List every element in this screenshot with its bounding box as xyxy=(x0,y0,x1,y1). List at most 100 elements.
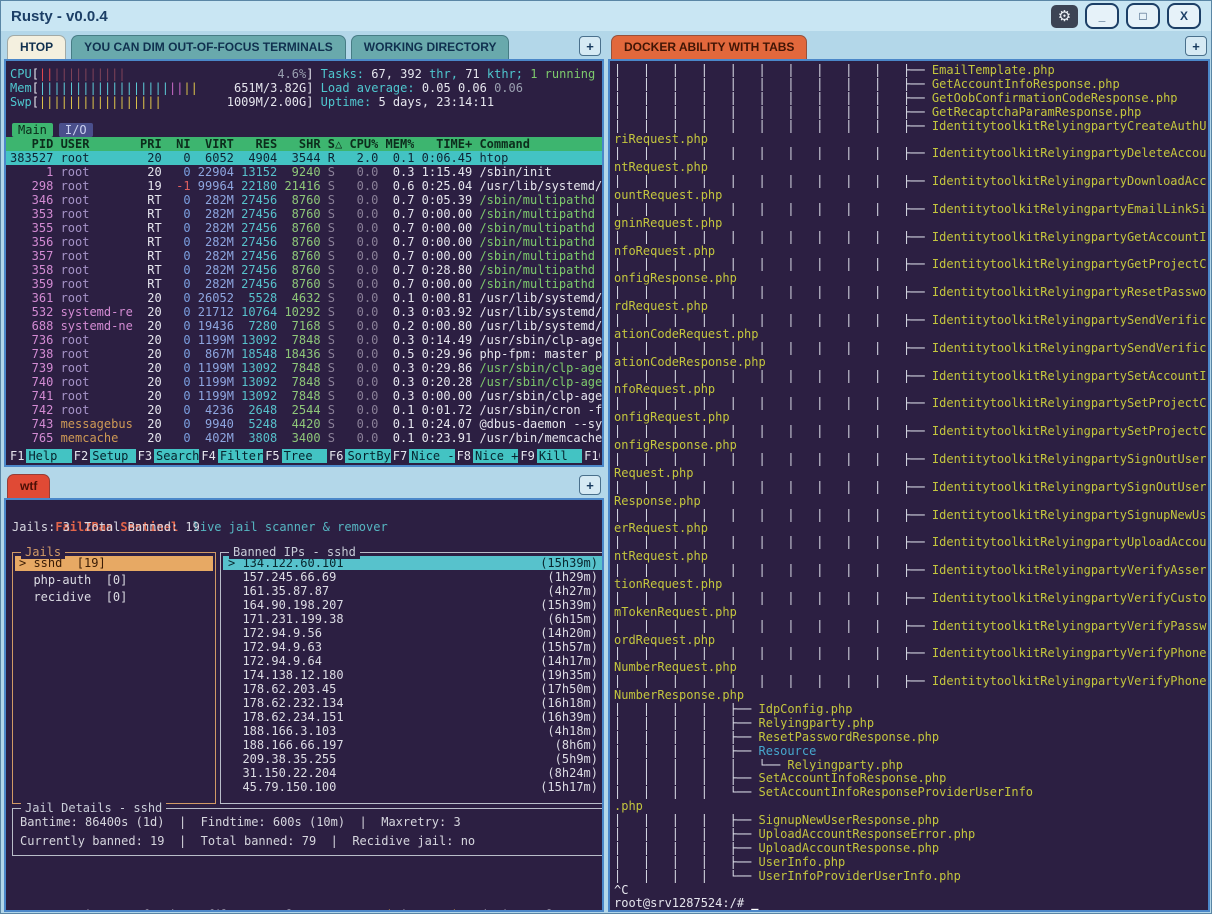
tree-pipes: │ │ │ │ │ │ │ │ │ │ ├── xyxy=(614,536,932,549)
banned-ip-row[interactable]: 45.79.150.100 (15h17m) xyxy=(223,780,603,794)
fkey-item[interactable]: F5Tree xyxy=(263,449,327,463)
tree-entry: tionRequest.php xyxy=(614,578,722,591)
tab[interactable]: YOU CAN DIM OUT-OF-FOCUS TERMINALS xyxy=(71,35,346,59)
ban-remaining: (1h29m) xyxy=(547,570,598,584)
tab[interactable]: HTOP xyxy=(7,35,66,59)
tab[interactable]: WORKING DIRECTORY xyxy=(351,35,510,59)
fkey-label: Filter xyxy=(218,449,263,463)
fkey-item[interactable]: F8Nice + xyxy=(455,449,519,463)
process-row[interactable]: 742 root 20 0 4236 2648 2544 S 0.0 0.1 0… xyxy=(6,403,602,417)
fkey-item[interactable]: F9Kill xyxy=(518,449,582,463)
col-ni: 0 xyxy=(169,375,191,389)
process-row[interactable]: 765 memcache 20 0 402M 3808 3400 S 0.0 0… xyxy=(6,431,602,445)
process-row[interactable]: 358 root RT 0 282M 27456 8760 S 0.0 0.7 … xyxy=(6,263,602,277)
process-row[interactable]: 740 root 20 0 1199M 13092 7848 S 0.0 0.3… xyxy=(6,375,602,389)
fkey-item[interactable]: F3Search xyxy=(136,449,200,463)
fkey-item[interactable]: F6SortBy xyxy=(327,449,391,463)
col-shr: 8760 xyxy=(284,193,320,207)
col-command: /usr/bin/memcached xyxy=(479,431,602,445)
banned-ip-row[interactable]: 172.94.9.56 (14h20m) xyxy=(223,626,603,640)
banned-ip: 178.62.232.134 xyxy=(228,696,344,710)
banned-ip-row[interactable]: 178.62.203.45 (17h50m) xyxy=(223,682,603,696)
process-row[interactable]: 298 root 19 -1 99964 22180 21416 S 0.0 0… xyxy=(6,179,602,193)
screen-tab-main[interactable]: Main xyxy=(12,123,53,137)
banned-ip-row[interactable]: 174.138.12.180 (19h35m) xyxy=(223,668,603,682)
process-row[interactable]: 346 root RT 0 282M 27456 8760 S 0.0 0.7 … xyxy=(6,193,602,207)
tab[interactable]: wtf xyxy=(7,474,50,498)
banned-ip-row[interactable]: 164.90.198.207 (15h39m) xyxy=(223,598,603,612)
banned-ip-row[interactable]: 172.94.9.64 (14h17m) xyxy=(223,654,603,668)
col-res: 13092 xyxy=(241,361,277,375)
col-pid: 740 xyxy=(10,375,53,389)
col-time: 0:00.00 xyxy=(422,207,473,221)
banned-ip-row[interactable]: 161.35.87.87 (4h27m) xyxy=(223,584,603,598)
jail-row[interactable]: recidive [0] xyxy=(15,590,213,605)
process-row[interactable]: 357 root RT 0 282M 27456 8760 S 0.0 0.7 … xyxy=(6,249,602,263)
tree-pipes: │ │ │ │ │ │ │ │ │ │ ├── xyxy=(614,620,932,633)
fkey-item[interactable]: F4Filter xyxy=(199,449,263,463)
banned-ip-row[interactable]: 171.231.199.38 (6h15m) xyxy=(223,612,603,626)
tab-list: wtf xyxy=(7,474,50,498)
docker-terminal[interactable]: │ │ │ │ │ │ │ │ │ │ ├── EmailTemplate.ph… xyxy=(608,59,1210,912)
process-row[interactable]: 355 root RT 0 282M 27456 8760 S 0.0 0.7 … xyxy=(6,221,602,235)
tree-entry: IdentitytoolkitRelyingpartyVerifyAsser xyxy=(932,564,1207,577)
fkey-item[interactable]: F10Quit xyxy=(582,449,600,463)
banned-ip-row[interactable]: 188.166.66.197 (8h6m) xyxy=(223,738,603,752)
process-row[interactable]: 383527 root 20 0 6052 4904 3544 R 2.0 0.… xyxy=(6,151,602,165)
col-time: 0:00.00 xyxy=(422,389,473,403)
add-tab-button[interactable]: + xyxy=(1185,36,1207,56)
col-pri: 20 xyxy=(140,347,162,361)
process-row[interactable]: 743 messagebus 20 0 9940 5248 4420 S 0.0… xyxy=(6,417,602,431)
fkey-item[interactable]: F7Nice - xyxy=(391,449,455,463)
tree-line: erRequest.php xyxy=(614,522,1208,536)
tree-pipes: │ │ │ │ ├── xyxy=(614,842,759,855)
banned-ip-row[interactable]: 188.166.3.103 (4h18m) xyxy=(223,724,603,738)
process-row[interactable]: 738 root 20 0 867M 18548 18436 S 0.0 0.5… xyxy=(6,347,602,361)
col-virt: 21712 xyxy=(198,305,234,319)
process-row[interactable]: 688 systemd-ne 20 0 19436 7280 7168 S 0.… xyxy=(6,319,602,333)
process-row[interactable]: 1 root 20 0 22904 13152 9240 S 0.0 0.3 1… xyxy=(6,165,602,179)
fkey-item[interactable]: F1Help xyxy=(8,449,72,463)
col-cpu: 0.0 xyxy=(349,277,378,291)
process-row[interactable]: 361 root 20 0 26052 5528 4632 S 0.0 0.1 … xyxy=(6,291,602,305)
jail-row[interactable]: php-auth [0] xyxy=(15,573,213,588)
htop-terminal[interactable]: CPU[||||||||||||4.6%] Tasks: 67, 392 thr… xyxy=(4,59,604,467)
col-cpu: 0.0 xyxy=(349,333,378,347)
col-shr: 8760 xyxy=(284,221,320,235)
load-info: Load average: 0.05 0.06 0.06 xyxy=(321,81,523,95)
col-pid: 359 xyxy=(10,277,53,291)
process-row[interactable]: 532 systemd-re 20 0 21712 10764 10292 S … xyxy=(6,305,602,319)
tree-line: │ │ │ │ │ │ │ │ │ │ ├── IdentitytoolkitR… xyxy=(614,453,1208,467)
banned-ip-row[interactable]: 178.62.232.134 (16h18m) xyxy=(223,696,603,710)
screen-tab-io[interactable]: I/O xyxy=(59,123,93,137)
mem-bars: |||||||||||||||||| xyxy=(39,81,169,95)
process-row[interactable]: 353 root RT 0 282M 27456 8760 S 0.0 0.7 … xyxy=(6,207,602,221)
ban-remaining: (15h39m) xyxy=(540,598,598,612)
banned-ip-row[interactable]: 178.62.234.151 (16h39m) xyxy=(223,710,603,724)
banned-ip-row[interactable]: 31.150.22.204 (8h24m) xyxy=(223,766,603,780)
fail2ban-terminal[interactable]: Fail2Ban Sentinel live jail scanner & re… xyxy=(4,498,604,912)
add-tab-button[interactable]: + xyxy=(579,36,601,56)
col-user: root xyxy=(61,235,133,249)
jails-box-title: Jails xyxy=(21,545,65,559)
minimize-button[interactable]: _ xyxy=(1085,3,1119,29)
process-row[interactable]: 739 root 20 0 1199M 13092 7848 S 0.0 0.3… xyxy=(6,361,602,375)
tab[interactable]: DOCKER ABILITY WITH TABS xyxy=(611,35,807,59)
banned-ip-row[interactable]: 157.245.66.69 (1h29m) xyxy=(223,570,603,584)
fkey-item[interactable]: F2Setup xyxy=(72,449,136,463)
banned-ip-row[interactable]: 209.38.35.255 (5h9m) xyxy=(223,752,603,766)
process-row[interactable]: 741 root 20 0 1199M 13092 7848 S 0.0 0.3… xyxy=(6,389,602,403)
tree-line: mTokenRequest.php xyxy=(614,606,1208,620)
process-row[interactable]: 356 root RT 0 282M 27456 8760 S 0.0 0.7 … xyxy=(6,235,602,249)
banned-ip-row[interactable]: 172.94.9.63 (15h57m) xyxy=(223,640,603,654)
process-table-header[interactable]: PID USER PRI NI VIRT RES SHR S△ CPU% MEM… xyxy=(6,137,602,151)
col-virt: 282M xyxy=(198,277,234,291)
process-row[interactable]: 359 root RT 0 282M 27456 8760 S 0.0 0.7 … xyxy=(6,277,602,291)
maximize-button[interactable]: □ xyxy=(1126,3,1160,29)
add-tab-button[interactable]: + xyxy=(579,475,601,495)
col-ni: 0 xyxy=(169,249,191,263)
process-row[interactable]: 736 root 20 0 1199M 13092 7848 S 0.0 0.3… xyxy=(6,333,602,347)
settings-button[interactable]: ⚙ xyxy=(1051,5,1078,28)
close-button[interactable]: X xyxy=(1167,3,1201,29)
tree-entry: ntRequest.php xyxy=(614,161,708,174)
